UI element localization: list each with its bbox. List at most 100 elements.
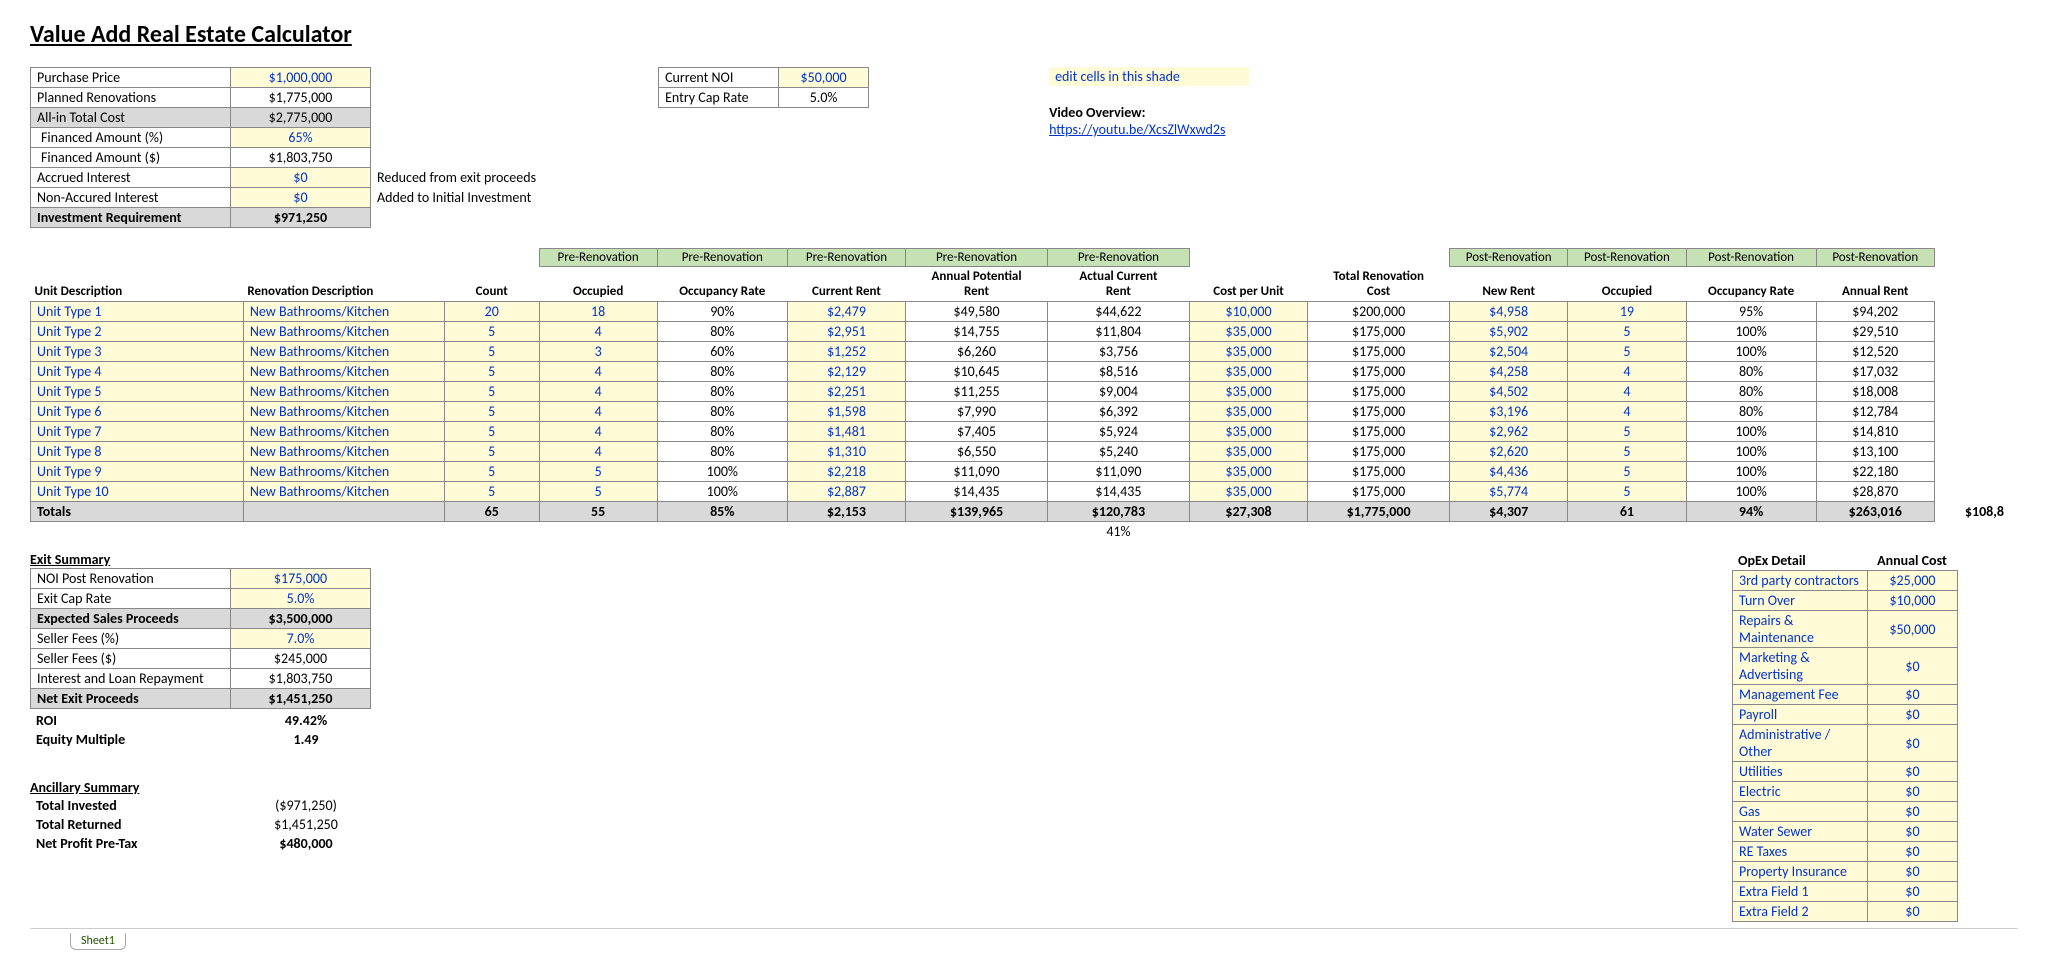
unit-occ2[interactable]: 5	[1568, 342, 1686, 362]
unit-occupied[interactable]: 4	[539, 382, 657, 402]
unit-occ2[interactable]: 4	[1568, 402, 1686, 422]
opex-value[interactable]: $0	[1868, 802, 1958, 822]
unit-occupied[interactable]: 5	[539, 462, 657, 482]
unit-new-rent[interactable]: $4,958	[1450, 302, 1568, 322]
unit-occ2[interactable]: 19	[1568, 302, 1686, 322]
opex-label[interactable]: Electric	[1733, 782, 1868, 802]
reno-desc[interactable]: New Bathrooms/Kitchen	[243, 342, 444, 362]
opex-value[interactable]: $25,000	[1868, 571, 1958, 591]
unit-desc[interactable]: Unit Type 1	[31, 302, 244, 322]
purchase-price-value[interactable]: $1,000,000	[231, 68, 371, 88]
nonaccrued-value[interactable]: $0	[231, 188, 371, 208]
unit-occ2[interactable]: 5	[1568, 462, 1686, 482]
unit-cpu[interactable]: $35,000	[1189, 322, 1307, 342]
unit-cpu[interactable]: $35,000	[1189, 342, 1307, 362]
unit-occ2[interactable]: 5	[1568, 422, 1686, 442]
unit-new-rent[interactable]: $4,436	[1450, 462, 1568, 482]
reno-desc[interactable]: New Bathrooms/Kitchen	[243, 322, 444, 342]
unit-new-rent[interactable]: $4,258	[1450, 362, 1568, 382]
current-noi-value[interactable]: $50,000	[779, 68, 869, 88]
opex-label[interactable]: Administrative / Other	[1733, 725, 1868, 762]
sheet-tab[interactable]: Sheet1	[70, 933, 126, 950]
unit-cpu[interactable]: $35,000	[1189, 422, 1307, 442]
unit-occupied[interactable]: 4	[539, 322, 657, 342]
unit-occupied[interactable]: 5	[539, 482, 657, 502]
opex-value[interactable]: $0	[1868, 705, 1958, 725]
unit-cpu[interactable]: $35,000	[1189, 382, 1307, 402]
opex-value[interactable]: $0	[1868, 882, 1958, 902]
opex-label[interactable]: 3rd party contractors	[1733, 571, 1868, 591]
opex-value[interactable]: $0	[1868, 822, 1958, 842]
opex-label[interactable]: Gas	[1733, 802, 1868, 822]
video-overview-link[interactable]: https://youtu.be/XcsZlWxwd2s	[1049, 121, 1225, 138]
unit-cur-rent[interactable]: $2,218	[787, 462, 905, 482]
unit-desc[interactable]: Unit Type 5	[31, 382, 244, 402]
opex-label[interactable]: Turn Over	[1733, 591, 1868, 611]
opex-value[interactable]: $0	[1868, 762, 1958, 782]
opex-label[interactable]: Utilities	[1733, 762, 1868, 782]
unit-cpu[interactable]: $35,000	[1189, 442, 1307, 462]
unit-new-rent[interactable]: $2,962	[1450, 422, 1568, 442]
opex-label[interactable]: Extra Field 2	[1733, 902, 1868, 922]
unit-count[interactable]: 5	[444, 362, 539, 382]
unit-desc[interactable]: Unit Type 9	[31, 462, 244, 482]
unit-count[interactable]: 5	[444, 442, 539, 462]
unit-cur-rent[interactable]: $2,251	[787, 382, 905, 402]
unit-occupied[interactable]: 18	[539, 302, 657, 322]
unit-occ2[interactable]: 4	[1568, 382, 1686, 402]
unit-new-rent[interactable]: $3,196	[1450, 402, 1568, 422]
opex-label[interactable]: Extra Field 1	[1733, 882, 1868, 902]
opex-value[interactable]: $50,000	[1868, 611, 1958, 648]
opex-label[interactable]: Marketing & Advertising	[1733, 648, 1868, 685]
accrued-int-value[interactable]: $0	[231, 168, 371, 188]
reno-desc[interactable]: New Bathrooms/Kitchen	[243, 362, 444, 382]
unit-new-rent[interactable]: $2,504	[1450, 342, 1568, 362]
opex-value[interactable]: $0	[1868, 782, 1958, 802]
unit-count[interactable]: 5	[444, 422, 539, 442]
reno-desc[interactable]: New Bathrooms/Kitchen	[243, 442, 444, 462]
unit-cur-rent[interactable]: $2,951	[787, 322, 905, 342]
unit-cur-rent[interactable]: $1,310	[787, 442, 905, 462]
unit-count[interactable]: 5	[444, 342, 539, 362]
unit-cpu[interactable]: $10,000	[1189, 302, 1307, 322]
opex-label[interactable]: Property Insurance	[1733, 862, 1868, 882]
unit-count[interactable]: 5	[444, 382, 539, 402]
unit-new-rent[interactable]: $2,620	[1450, 442, 1568, 462]
opex-label[interactable]: Payroll	[1733, 705, 1868, 725]
unit-cur-rent[interactable]: $2,887	[787, 482, 905, 502]
unit-new-rent[interactable]: $5,774	[1450, 482, 1568, 502]
unit-occupied[interactable]: 3	[539, 342, 657, 362]
opex-value[interactable]: $0	[1868, 685, 1958, 705]
unit-occupied[interactable]: 4	[539, 442, 657, 462]
unit-occ2[interactable]: 5	[1568, 322, 1686, 342]
opex-label[interactable]: Repairs & Maintenance	[1733, 611, 1868, 648]
unit-new-rent[interactable]: $5,902	[1450, 322, 1568, 342]
unit-cur-rent[interactable]: $2,479	[787, 302, 905, 322]
unit-occ2[interactable]: 4	[1568, 362, 1686, 382]
unit-desc[interactable]: Unit Type 8	[31, 442, 244, 462]
unit-cpu[interactable]: $35,000	[1189, 362, 1307, 382]
unit-desc[interactable]: Unit Type 6	[31, 402, 244, 422]
unit-count[interactable]: 20	[444, 302, 539, 322]
opex-label[interactable]: Management Fee	[1733, 685, 1868, 705]
reno-desc[interactable]: New Bathrooms/Kitchen	[243, 402, 444, 422]
unit-desc[interactable]: Unit Type 7	[31, 422, 244, 442]
unit-count[interactable]: 5	[444, 462, 539, 482]
unit-cur-rent[interactable]: $1,481	[787, 422, 905, 442]
opex-value[interactable]: $0	[1868, 862, 1958, 882]
fin-pct-value[interactable]: 65%	[231, 128, 371, 148]
reno-desc[interactable]: New Bathrooms/Kitchen	[243, 482, 444, 502]
unit-occ2[interactable]: 5	[1568, 442, 1686, 462]
unit-desc[interactable]: Unit Type 2	[31, 322, 244, 342]
reno-desc[interactable]: New Bathrooms/Kitchen	[243, 462, 444, 482]
unit-count[interactable]: 5	[444, 322, 539, 342]
opex-value[interactable]: $0	[1868, 725, 1958, 762]
opex-value[interactable]: $0	[1868, 842, 1958, 862]
unit-cpu[interactable]: $35,000	[1189, 462, 1307, 482]
unit-count[interactable]: 5	[444, 402, 539, 422]
unit-occupied[interactable]: 4	[539, 422, 657, 442]
opex-value[interactable]: $0	[1868, 902, 1958, 922]
unit-new-rent[interactable]: $4,502	[1450, 382, 1568, 402]
unit-cur-rent[interactable]: $1,598	[787, 402, 905, 422]
reno-desc[interactable]: New Bathrooms/Kitchen	[243, 382, 444, 402]
